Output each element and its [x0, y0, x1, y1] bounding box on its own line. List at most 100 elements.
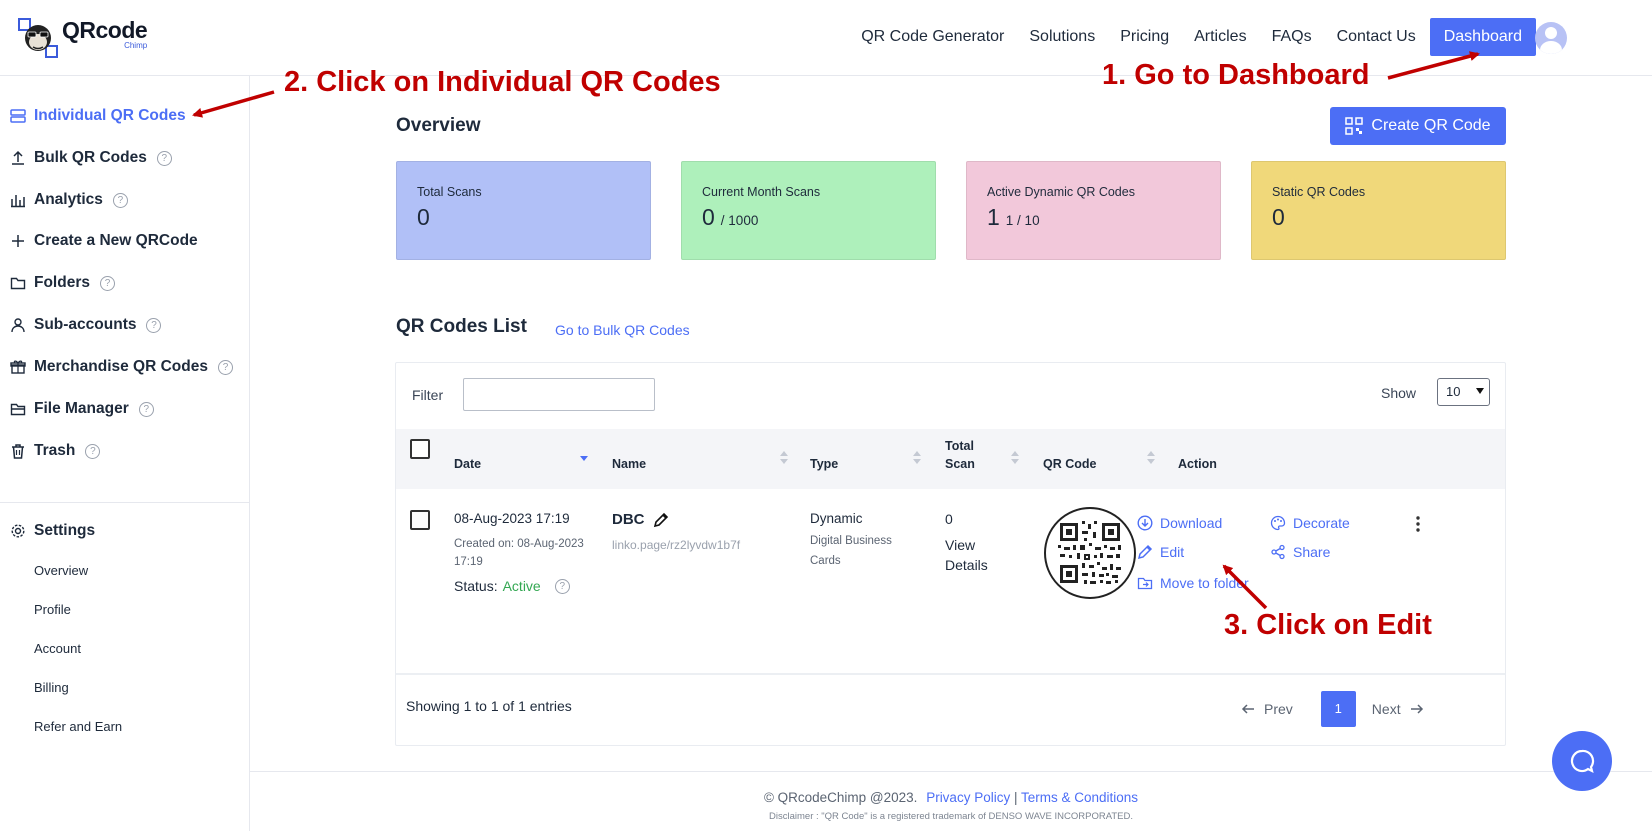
- download-action[interactable]: Download: [1137, 515, 1222, 531]
- help-icon[interactable]: ?: [218, 359, 233, 375]
- stat-card-static: Static QR Codes 0: [1251, 161, 1506, 260]
- chat-icon: [1570, 749, 1595, 774]
- table-header: Date Name Type Total Scan QR Code Action: [396, 429, 1505, 489]
- sort-icon[interactable]: [780, 451, 788, 467]
- dashboard-button[interactable]: Dashboard: [1429, 18, 1536, 56]
- sidebar-item-file-manager[interactable]: File Manager ?: [10, 400, 154, 418]
- nav-faqs[interactable]: FAQs: [1272, 19, 1312, 55]
- sidebar-divider: [0, 502, 249, 503]
- user-avatar-icon[interactable]: [1535, 22, 1567, 54]
- qr-code-icon: [1345, 117, 1364, 135]
- column-qr-code[interactable]: QR Code: [1043, 455, 1096, 473]
- plus-icon: [12, 235, 24, 247]
- show-select-value: 10: [1446, 384, 1461, 399]
- column-action: Action: [1178, 457, 1217, 471]
- row-checkbox[interactable]: [410, 510, 430, 530]
- settings-refer-earn-link[interactable]: Refer and Earn: [34, 719, 122, 734]
- help-icon[interactable]: ?: [85, 443, 101, 459]
- row-url[interactable]: linko.page/rz2lyvdw1b7f: [612, 538, 740, 552]
- sidebar-item-trash[interactable]: Trash ?: [10, 442, 101, 460]
- sort-icon[interactable]: [1147, 451, 1155, 467]
- qr-code-image[interactable]: [1044, 507, 1136, 599]
- help-icon[interactable]: ?: [138, 401, 154, 417]
- sort-desc-icon[interactable]: [580, 451, 588, 467]
- share-icon: [1271, 544, 1285, 560]
- nav-pricing[interactable]: Pricing: [1120, 19, 1169, 55]
- column-total-scan[interactable]: Total Scan: [945, 437, 975, 473]
- go-to-bulk-link[interactable]: Go to Bulk QR Codes: [555, 322, 690, 338]
- qr-name: DBC: [612, 511, 645, 528]
- move-to-folder-action[interactable]: Move to folder: [1137, 575, 1249, 591]
- chevron-down-icon: [1476, 388, 1484, 394]
- column-type[interactable]: Type: [810, 455, 838, 473]
- view-details-link[interactable]: View Details: [945, 535, 1005, 575]
- sidebar-item-settings[interactable]: Settings: [10, 522, 95, 540]
- column-date[interactable]: Date: [454, 455, 481, 473]
- decorate-action[interactable]: Decorate: [1270, 515, 1350, 531]
- share-action[interactable]: Share: [1270, 544, 1330, 560]
- help-icon[interactable]: ?: [156, 150, 172, 166]
- sidebar-item-bulk-qr-codes[interactable]: Bulk QR Codes ?: [10, 149, 172, 167]
- palette-icon: [1270, 515, 1286, 531]
- create-qr-code-label: Create QR Code: [1371, 117, 1491, 134]
- sidebar-item-individual-qr-codes[interactable]: Individual QR Codes: [10, 107, 186, 125]
- sidebar-item-sub-accounts[interactable]: Sub-accounts ?: [10, 316, 162, 334]
- sidebar-item-merchandise-qr-codes[interactable]: Merchandise QR Codes ?: [10, 358, 233, 376]
- stat-card-suffix: / 1000: [720, 213, 759, 228]
- stat-card-label: Static QR Codes: [1272, 185, 1366, 199]
- pagination: Prev 1 Next: [1241, 691, 1424, 727]
- chat-support-button[interactable]: [1552, 731, 1612, 791]
- edit-action[interactable]: Edit: [1137, 544, 1184, 560]
- sidebar: Individual QR Codes Bulk QR Codes ? Anal…: [0, 76, 250, 831]
- column-name[interactable]: Name: [612, 455, 646, 473]
- page-number-button[interactable]: 1: [1320, 691, 1356, 727]
- pencil-icon[interactable]: [653, 512, 669, 528]
- settings-overview-link[interactable]: Overview: [34, 563, 88, 578]
- nav-solutions[interactable]: Solutions: [1029, 19, 1095, 55]
- help-icon[interactable]: ?: [112, 192, 128, 208]
- settings-billing-link[interactable]: Billing: [34, 680, 69, 695]
- download-label: Download: [1160, 515, 1223, 531]
- next-page-button[interactable]: Next: [1372, 701, 1424, 717]
- prev-page-button[interactable]: Prev: [1241, 701, 1293, 717]
- sidebar-item-folders[interactable]: Folders ?: [10, 274, 115, 292]
- stat-card-value: 0: [702, 204, 715, 230]
- settings-account-link[interactable]: Account: [34, 641, 81, 656]
- sort-icon[interactable]: [1011, 451, 1019, 467]
- more-options-icon[interactable]: [1410, 515, 1426, 533]
- stat-card-label: Total Scans: [417, 185, 482, 199]
- privacy-policy-link[interactable]: Privacy Policy: [926, 790, 1010, 805]
- annotation-step-1: 1. Go to Dashboard: [1102, 59, 1370, 91]
- logo-text: QRcode: [62, 17, 148, 43]
- move-to-folder-label: Move to folder: [1160, 575, 1249, 591]
- help-icon[interactable]: ?: [146, 317, 162, 333]
- pencil-icon: [1137, 544, 1153, 560]
- nav-contact-us[interactable]: Contact Us: [1337, 19, 1416, 55]
- gear-icon: [11, 524, 25, 538]
- show-select[interactable]: 10: [1437, 378, 1490, 406]
- logo[interactable]: QRcode Chimp: [18, 17, 148, 58]
- sidebar-item-analytics[interactable]: Analytics ?: [10, 191, 128, 209]
- bar-chart-icon: [11, 195, 25, 208]
- sidebar-item-label: Bulk QR Codes: [34, 149, 147, 166]
- select-all-checkbox[interactable]: [410, 439, 430, 459]
- sidebar-item-label: Sub-accounts: [34, 316, 137, 333]
- help-icon[interactable]: ?: [554, 578, 570, 594]
- stat-card-suffix: 1 / 10: [1005, 213, 1040, 228]
- filter-input[interactable]: [463, 378, 655, 411]
- download-icon: [1137, 515, 1153, 531]
- stat-card-total-scans: Total Scans 0: [396, 161, 651, 260]
- settings-profile-link[interactable]: Profile: [34, 602, 71, 617]
- overview-title: Overview: [396, 115, 481, 136]
- nav-articles[interactable]: Articles: [1194, 19, 1246, 55]
- sort-icon[interactable]: [913, 451, 921, 467]
- sidebar-item-create-new-qrcode[interactable]: Create a New QRCode: [10, 232, 198, 250]
- create-qr-code-button[interactable]: Create QR Code: [1330, 107, 1506, 145]
- column-total-scan-line1: Total: [945, 439, 974, 453]
- terms-link[interactable]: Terms & Conditions: [1021, 790, 1138, 805]
- row-date: 08-Aug-2023 17:19: [454, 511, 570, 526]
- nav-qr-code-generator[interactable]: QR Code Generator: [861, 19, 1004, 55]
- column-total-scan-line2: Scan: [945, 457, 975, 471]
- folder-icon: [10, 277, 26, 290]
- help-icon[interactable]: ?: [99, 275, 115, 291]
